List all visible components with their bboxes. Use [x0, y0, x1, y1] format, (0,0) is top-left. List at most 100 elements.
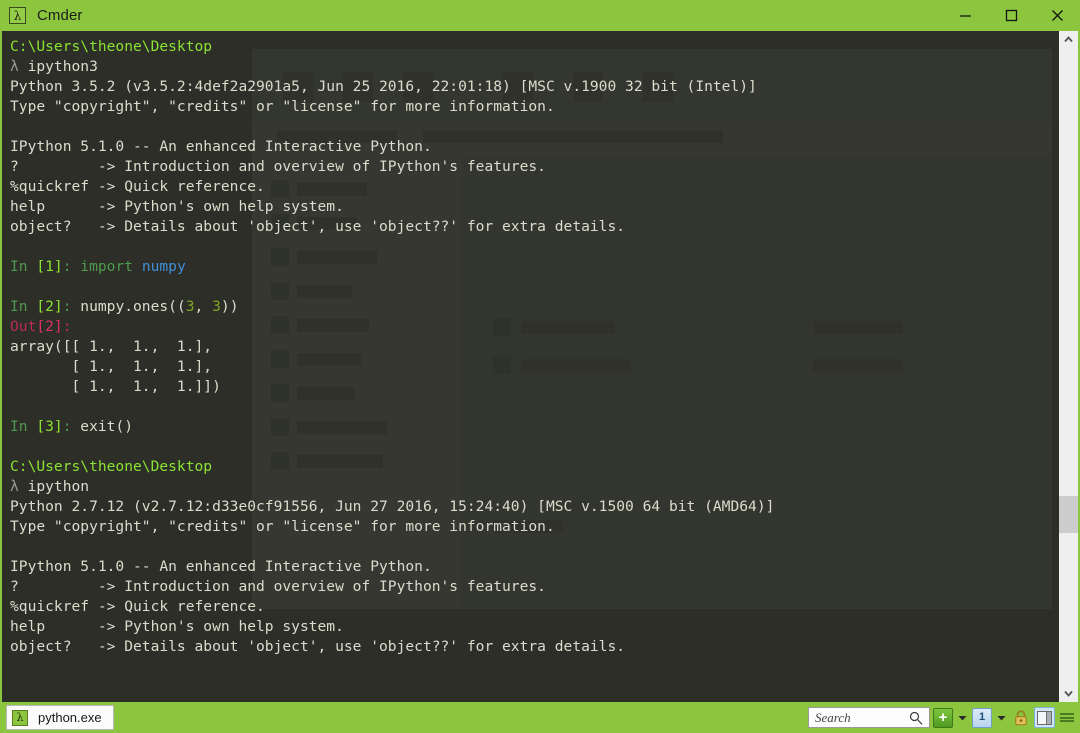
chevron-up-icon — [1064, 36, 1073, 43]
terminal-line: C:\Users\theone\Desktop — [10, 457, 1059, 477]
tab-label: python.exe — [38, 710, 102, 725]
terminal-text: numpy.ones(( — [80, 298, 186, 315]
minimize-icon — [959, 15, 971, 17]
search-box[interactable] — [808, 707, 930, 728]
terminal-text: : — [62, 318, 81, 335]
terminal-line: Out[2]: — [10, 317, 1059, 337]
status-bar-controls: + 1 — [808, 702, 1076, 733]
terminal-line: [ 1., 1., 1.]]) — [10, 377, 1059, 397]
terminal-line: Type "copyright", "credits" or "license"… — [10, 97, 1059, 117]
tab-count-button[interactable]: 1 — [972, 707, 992, 728]
terminal-text: Type "copyright", "credits" or "license"… — [10, 98, 555, 115]
close-button[interactable] — [1034, 0, 1080, 31]
terminal-text: %quickref -> Quick reference. — [10, 598, 265, 615]
terminal-text: object? -> Details about 'object', use '… — [10, 218, 626, 235]
terminal-text: Out — [10, 318, 37, 335]
terminal-line: λ ipython3 — [10, 57, 1059, 77]
terminal-line: In [1]: import numpy — [10, 257, 1059, 277]
terminal-text: [2] — [36, 318, 63, 335]
scroll-down-button[interactable] — [1059, 685, 1078, 702]
search-icon — [906, 707, 926, 728]
terminal-text: : — [62, 418, 81, 435]
window-title: Cmder — [37, 7, 83, 24]
terminal-screen[interactable]: C:\Users\theone\Desktop λ ipython3 Python … — [2, 31, 1059, 702]
new-tab-dropdown-button[interactable] — [956, 707, 969, 728]
terminal-output: C:\Users\theone\Desktop λ ipython3 Python … — [10, 37, 1059, 657]
scrollbar-thumb[interactable] — [1059, 496, 1078, 533]
terminal-text: , — [194, 298, 213, 315]
terminal-text: C:\Users\theone\Desktop — [10, 38, 213, 55]
lambda-icon: λ — [9, 7, 26, 24]
terminal-text: IPython 5.1.0 -- An enhanced Interactive… — [10, 138, 432, 155]
terminal-text: C:\Users\theone\Desktop — [10, 458, 213, 475]
terminal-text: λ — [10, 58, 28, 75]
search-input[interactable] — [815, 709, 906, 726]
caret-down-icon — [997, 715, 1006, 720]
tab-python-exe[interactable]: λ python.exe — [6, 705, 114, 730]
scroll-up-button[interactable] — [1059, 31, 1078, 48]
menu-button[interactable] — [1058, 707, 1076, 728]
terminal-text: numpy — [141, 258, 186, 275]
terminal-text: ipython — [27, 478, 90, 495]
terminal-text: [2] — [36, 298, 63, 315]
terminal-text: λ — [10, 478, 28, 495]
lock-icon — [1015, 709, 1027, 725]
terminal-line: C:\Users\theone\Desktop — [10, 37, 1059, 57]
scrollbar-track[interactable] — [1059, 48, 1078, 685]
terminal-text: [3] — [36, 418, 63, 435]
terminal-line: %quickref -> Quick reference. — [10, 177, 1059, 197]
terminal-text: exit() — [80, 418, 134, 435]
terminal-line: Type "copyright", "credits" or "license"… — [10, 517, 1059, 537]
terminal-text: ? -> Introduction and overview of IPytho… — [10, 578, 546, 595]
terminal-line: IPython 5.1.0 -- An enhanced Interactive… — [10, 137, 1059, 157]
terminal-text: 3 — [212, 298, 221, 315]
maximize-icon — [1005, 9, 1017, 22]
terminal-line: array([[ 1., 1., 1.], — [10, 337, 1059, 357]
terminal-text: 3 — [185, 298, 195, 315]
close-icon — [1051, 10, 1063, 21]
terminal-text: help -> Python's own help system. — [10, 198, 344, 215]
terminal-text: Python 3.5.2 (v3.5.2:4def2a2901a5, Jun 2… — [10, 78, 757, 95]
plus-icon: + — [938, 709, 948, 726]
terminal-line: [ 1., 1., 1.], — [10, 357, 1059, 377]
terminal-text: Python 2.7.12 (v2.7.12:d33e0cf91556, Jun… — [10, 498, 775, 515]
terminal-scrollbar[interactable] — [1059, 31, 1078, 702]
terminal-text: ipython3 — [27, 58, 98, 75]
terminal-text: [ 1., 1., 1.], — [10, 358, 213, 375]
terminal-line: object? -> Details about 'object', use '… — [10, 217, 1059, 237]
terminal-line: Python 3.5.2 (v3.5.2:4def2a2901a5, Jun 2… — [10, 77, 1059, 97]
window-controls — [942, 0, 1080, 31]
terminal-text: [1] — [36, 258, 63, 275]
terminal-area: C:\Users\theone\Desktop λ ipython3 Python … — [0, 31, 1080, 702]
terminal-text: [ 1., 1., 1.]]) — [10, 378, 221, 395]
terminal-text: In — [10, 418, 37, 435]
split-panes-button[interactable] — [1034, 707, 1055, 728]
new-tab-button[interactable]: + — [933, 707, 953, 728]
terminal-text: ? -> Introduction and overview of IPytho… — [10, 158, 546, 175]
split-panes-icon — [1037, 710, 1052, 725]
terminal-text: Type "copyright", "credits" or "license"… — [10, 518, 555, 535]
terminal-text: %quickref -> Quick reference. — [10, 178, 265, 195]
tab-count-dropdown-button[interactable] — [995, 707, 1008, 728]
lambda-icon: λ — [12, 709, 28, 726]
terminal-line: In [3]: exit() — [10, 417, 1059, 437]
terminal-text: array([[ 1., 1., 1.], — [10, 338, 213, 355]
maximize-button[interactable] — [988, 0, 1034, 31]
terminal-line: object? -> Details about 'object', use '… — [10, 637, 1059, 657]
terminal-line: ? -> Introduction and overview of IPytho… — [10, 577, 1059, 597]
terminal-line: %quickref -> Quick reference. — [10, 597, 1059, 617]
chevron-down-icon — [1064, 690, 1073, 697]
terminal-text: IPython 5.1.0 -- An enhanced Interactive… — [10, 558, 432, 575]
terminal-text: In — [10, 258, 37, 275]
terminal-line: help -> Python's own help system. — [10, 617, 1059, 637]
terminal-line: help -> Python's own help system. — [10, 197, 1059, 217]
terminal-line: IPython 5.1.0 -- An enhanced Interactive… — [10, 557, 1059, 577]
minimize-button[interactable] — [942, 0, 988, 31]
lock-button[interactable] — [1011, 707, 1031, 728]
